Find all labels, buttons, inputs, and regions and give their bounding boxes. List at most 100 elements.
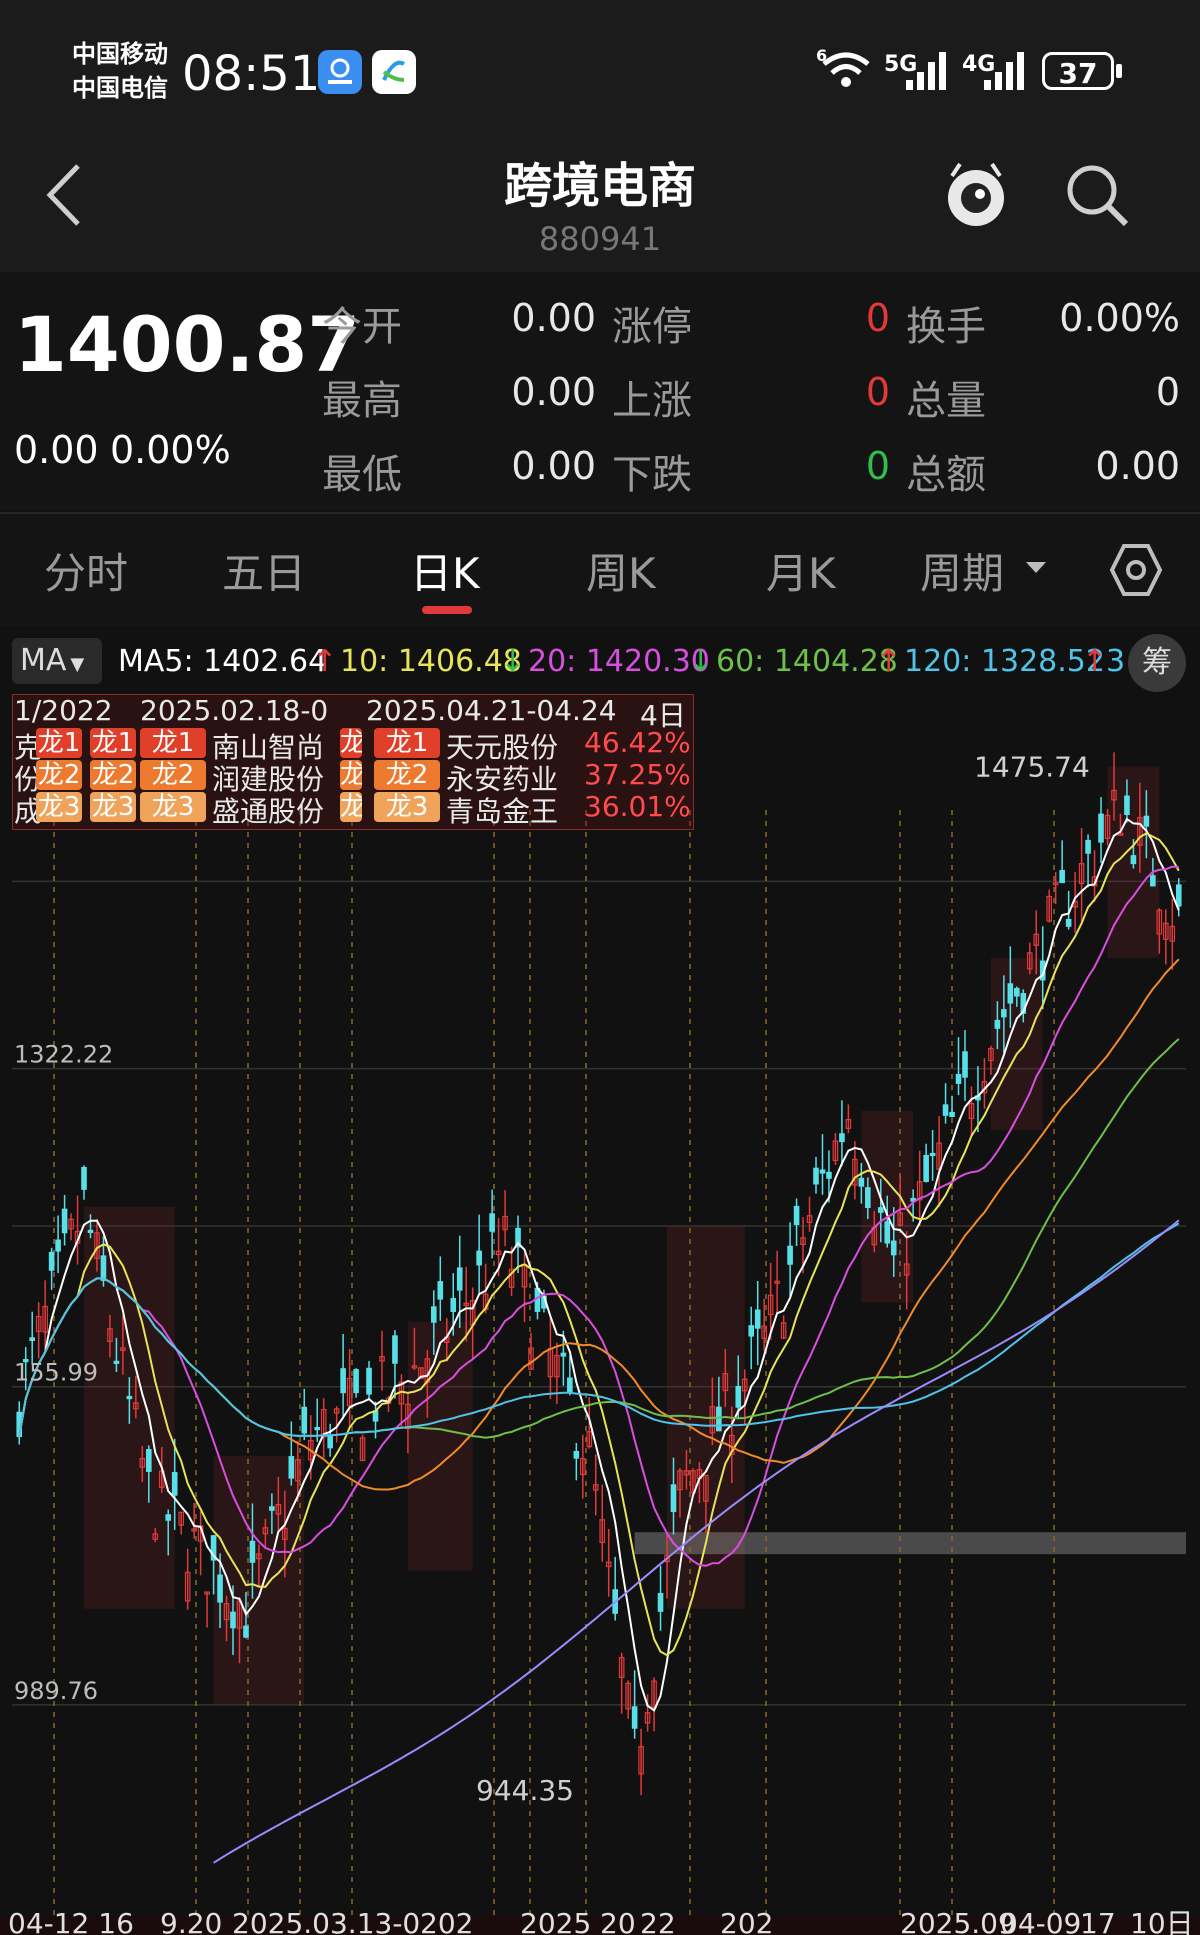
app-notification-icon xyxy=(318,50,362,94)
label-open: 今开 xyxy=(322,304,402,350)
candle-body xyxy=(839,1133,845,1143)
dragon-right-pct-3: 36.01% xyxy=(584,790,691,823)
dragon-tag-right-1: 龙1 xyxy=(374,728,440,758)
robot-eye-icon[interactable] xyxy=(940,158,1012,234)
ma-selector-label: MA xyxy=(20,643,67,678)
x-axis-label: 20 xyxy=(600,1907,636,1935)
candle-body xyxy=(1065,918,1072,927)
candle-body xyxy=(877,1207,884,1213)
candle-body xyxy=(657,1592,664,1612)
dragon-tag-col4-1: 龙1 xyxy=(340,728,362,758)
ma-more-value: 3 xyxy=(1106,644,1126,679)
tab-intraday[interactable]: 分时 xyxy=(44,540,128,601)
candle-body xyxy=(754,1309,761,1329)
search-icon[interactable] xyxy=(1062,160,1132,234)
candle-body xyxy=(735,1385,742,1408)
candle-body xyxy=(288,1456,295,1479)
page-title: 跨境电商 xyxy=(503,158,696,214)
candle-body xyxy=(456,1267,463,1291)
candle-body xyxy=(670,1484,677,1513)
label-low: 最低 xyxy=(322,452,402,498)
candle-body xyxy=(269,1506,275,1511)
candle-body xyxy=(392,1335,398,1364)
dragon-right-pct-2: 37.25% xyxy=(584,758,691,791)
arrow-up-icon: ↑ xyxy=(1082,644,1108,679)
caret-down-icon: ▼ xyxy=(70,654,85,675)
candle-body xyxy=(819,1169,826,1174)
dragon-tag-col4-2: 龙2 xyxy=(340,760,362,790)
dragon-tag-col2-1: 龙1 xyxy=(90,728,136,758)
app-notification-icon-2 xyxy=(372,50,416,94)
candle-body xyxy=(100,1255,107,1281)
ma-selector[interactable]: MA ▼ xyxy=(12,638,102,684)
candle-body xyxy=(1098,813,1104,843)
label-high: 最高 xyxy=(322,378,402,424)
candle-body xyxy=(476,1250,482,1266)
chip-distribution-button[interactable]: 筹 xyxy=(1128,634,1186,692)
dragon-tag-col2-2: 龙2 xyxy=(90,760,136,790)
label-turnover: 换手 xyxy=(906,304,986,350)
candle-body xyxy=(230,1611,236,1629)
carrier-1: 中国移动 xyxy=(72,40,168,68)
arrow-down-icon: ↓ xyxy=(688,644,714,679)
candle-body xyxy=(573,1450,580,1459)
dragon-tag-col4-3: 龙3 xyxy=(340,792,362,822)
kline-chart[interactable]: 1322.22 155.99 989.76 1475.74 944.35 04-12 16… xyxy=(0,690,1200,1935)
candle-body xyxy=(243,1625,249,1638)
x-axis-label: 04-09 xyxy=(1000,1907,1081,1935)
value-decliners: 0 xyxy=(865,444,890,488)
dragon-tag-2: 龙2 xyxy=(140,760,206,790)
hexagon-settings-icon[interactable] xyxy=(1108,542,1164,602)
dragon-left-stock-3[interactable]: 盛通股份 xyxy=(212,790,324,830)
candle-body xyxy=(431,1306,437,1323)
candle-body xyxy=(1059,869,1065,884)
candle-body xyxy=(126,1395,133,1400)
candle-body xyxy=(858,1177,865,1187)
price-change-pct: 0.00% xyxy=(110,428,231,472)
tab-daily-k[interactable]: 日K xyxy=(410,540,480,601)
value-high: 0.00 xyxy=(511,370,596,414)
dragon-tag-right-2: 龙2 xyxy=(374,760,440,790)
candle-body xyxy=(450,1298,457,1312)
candle-body xyxy=(826,1171,832,1179)
dragon-right-pct-1: 46.42% xyxy=(584,726,691,759)
battery-indicator: 37 xyxy=(1042,52,1114,90)
ma60-value: 60: 1404.28 xyxy=(716,644,898,679)
dragon-header-right: 2025.04.21-04.24 xyxy=(366,694,617,727)
candle-body xyxy=(1175,884,1182,907)
candle-body xyxy=(165,1514,172,1521)
candle-body xyxy=(301,1406,308,1434)
ma10-value: 10: 1406.48 xyxy=(340,644,522,679)
tab-period[interactable]: 周期 xyxy=(920,540,1004,601)
low-price-label: 944.35 xyxy=(476,1774,574,1807)
y-label-1155: 155.99 xyxy=(14,1359,98,1387)
candle-body xyxy=(884,1221,891,1244)
value-limit-up: 0 xyxy=(865,296,890,340)
range-box xyxy=(407,1321,473,1571)
dragon-tag-3: 龙3 xyxy=(140,792,206,822)
tab-five-day[interactable]: 五日 xyxy=(222,540,306,601)
x-axis-label: 2025.03.13-0 xyxy=(232,1907,420,1935)
wifi-gen-label: 6 xyxy=(816,46,828,65)
candle-body xyxy=(249,1540,256,1563)
candle-body xyxy=(793,1205,800,1226)
value-turnover: 0.00% xyxy=(1059,296,1180,340)
dragon-right-stock-3[interactable]: 青岛金王 xyxy=(446,790,558,830)
dragon-tag-right-3: 龙3 xyxy=(374,792,440,822)
x-axis-label: 17 xyxy=(1080,1907,1116,1935)
dragon-tag-col1-3: 龙3 xyxy=(36,792,82,822)
ma10-line xyxy=(18,832,1180,1657)
ma120-line xyxy=(18,1222,1180,1437)
candle-body xyxy=(1143,815,1150,827)
candle-body xyxy=(81,1166,87,1190)
candle-body xyxy=(1001,1009,1007,1018)
tab-weekly-k[interactable]: 周K xyxy=(586,540,656,601)
candle-body xyxy=(787,1245,793,1265)
label-amount: 总额 xyxy=(906,452,986,498)
active-tab-indicator xyxy=(422,606,472,614)
tab-monthly-k[interactable]: 月K xyxy=(766,540,836,601)
caret-down-icon[interactable] xyxy=(1024,560,1048,580)
candle-body xyxy=(29,1337,35,1341)
label-decliners: 下跌 xyxy=(612,452,692,498)
candle-body xyxy=(61,1208,68,1234)
